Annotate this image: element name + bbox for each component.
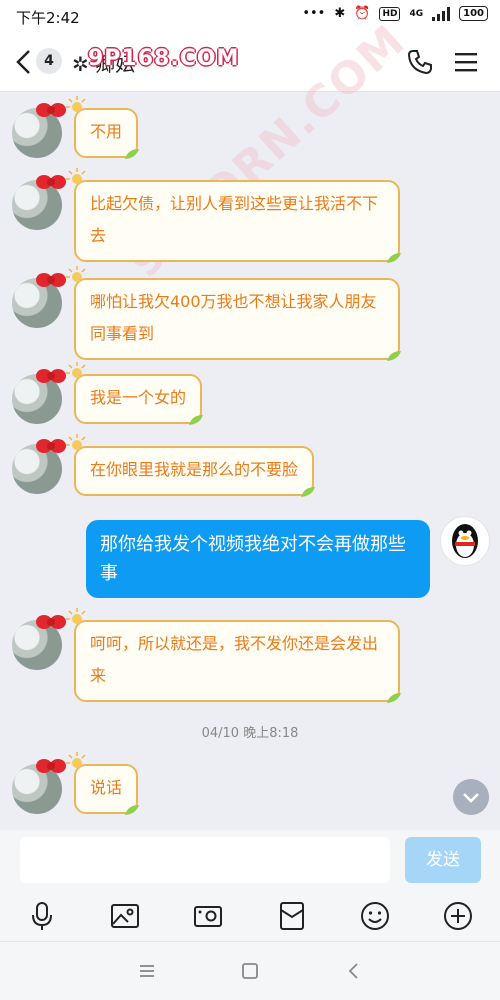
message-timestamp: 04/10 晚上8:18 <box>201 726 299 741</box>
sun-decoration-icon <box>66 362 86 378</box>
leaf-decoration-icon <box>189 415 204 425</box>
message-text: 哪怕让我欠400万我也不想让我家人朋友同事看到 <box>90 292 377 343</box>
home-icon[interactable] <box>239 960 261 982</box>
sun-decoration-icon <box>66 434 86 450</box>
scroll-down-icon[interactable] <box>453 779 489 815</box>
contact-avatar[interactable] <box>12 369 66 424</box>
contact-avatar[interactable] <box>12 103 66 158</box>
bow-icon <box>36 103 66 117</box>
leaf-decoration-icon <box>387 693 401 703</box>
contact-avatar[interactable] <box>12 175 66 230</box>
bow-icon <box>36 759 66 773</box>
microphone-icon[interactable] <box>26 900 58 932</box>
message-bubble-received[interactable]: 说话 <box>66 752 140 815</box>
battery-level: 100 <box>459 6 488 21</box>
network-label: 4G <box>409 8 424 19</box>
contact-avatar[interactable] <box>12 759 66 814</box>
input-toolbar <box>0 890 500 942</box>
message-text: 我是一个女的 <box>90 388 187 407</box>
red-packet-icon[interactable] <box>276 900 308 932</box>
bow-icon <box>36 439 66 453</box>
menu-icon[interactable] <box>452 48 480 76</box>
camera-icon[interactable] <box>192 900 224 932</box>
send-button[interactable]: 发送 <box>405 837 481 883</box>
bow-icon <box>36 369 66 383</box>
leaf-decoration-icon <box>387 351 401 361</box>
recent-apps-icon[interactable] <box>136 960 158 982</box>
message-text: 呵呵，所以就还是，我不发你还是会发出来 <box>90 634 379 685</box>
status-icons: ••• ✱ ⏰ HD 4G 100 <box>302 6 488 21</box>
message-bubble-received[interactable]: 呵呵，所以就还是，我不发你还是会发出来 <box>66 608 401 703</box>
message-text: 不用 <box>90 122 123 141</box>
unread-badge: 4 <box>36 48 62 74</box>
status-time: 下午2:42 <box>16 9 80 27</box>
self-avatar[interactable] <box>440 516 490 566</box>
contact-avatar[interactable] <box>12 439 66 494</box>
status-bar: 下午2:42 ••• ✱ ⏰ HD 4G 100 <box>0 0 500 32</box>
plus-icon[interactable] <box>442 900 474 932</box>
watermark-logo: 9P168.COM <box>88 46 240 71</box>
contact-avatar[interactable] <box>12 615 66 670</box>
message-bubble-received[interactable]: 哪怕让我欠400万我也不想让我家人朋友同事看到 <box>66 266 401 361</box>
bow-icon <box>36 615 66 629</box>
more-dots-icon: ••• <box>302 6 326 21</box>
bluetooth-icon: ✱ <box>334 6 346 21</box>
leaf-decoration-icon <box>301 487 316 497</box>
sun-decoration-icon <box>66 608 86 624</box>
message-bubble-received[interactable]: 在你眼里我就是那么的不要脸 <box>66 434 316 497</box>
sun-decoration-icon <box>66 168 86 184</box>
chat-header: 4 ✲ 卿妘 9P168.COM <box>0 32 500 92</box>
image-icon[interactable] <box>109 900 141 932</box>
bow-icon <box>36 273 66 287</box>
system-nav-bar <box>0 942 500 1000</box>
message-text: 比起欠债，让别人看到这些更让我活不下去 <box>90 194 379 245</box>
alarm-icon: ⏰ <box>354 6 371 21</box>
hd-label: HD <box>379 6 401 21</box>
sun-decoration-icon <box>66 266 86 282</box>
emoji-icon[interactable] <box>359 900 391 932</box>
leaf-decoration-icon <box>125 805 140 815</box>
message-text: 在你眼里我就是那么的不要脸 <box>90 460 299 479</box>
signal-icon <box>432 6 451 21</box>
back-icon[interactable] <box>343 960 365 982</box>
sun-decoration-icon <box>66 752 86 768</box>
input-bar: 发送 <box>0 830 500 890</box>
leaf-decoration-icon <box>125 149 140 159</box>
phone-call-icon[interactable] <box>406 48 434 76</box>
back-arrow-icon[interactable] <box>14 49 34 75</box>
penguin-icon <box>452 524 478 558</box>
message-bubble-received[interactable]: 比起欠债，让别人看到这些更让我活不下去 <box>66 168 401 263</box>
message-bubble-received[interactable]: 不用 <box>66 96 140 159</box>
message-input[interactable] <box>20 837 390 883</box>
sun-decoration-icon <box>66 96 86 112</box>
contact-avatar[interactable] <box>12 273 66 328</box>
message-text: 说话 <box>90 778 123 797</box>
message-bubble-sent[interactable]: 那你给我发个视频我绝对不会再做那些事 <box>86 520 430 598</box>
message-bubble-received[interactable]: 我是一个女的 <box>66 362 204 425</box>
leaf-decoration-icon <box>387 253 401 263</box>
bow-icon <box>36 175 66 189</box>
message-text: 那你给我发个视频我绝对不会再做那些事 <box>100 534 406 584</box>
